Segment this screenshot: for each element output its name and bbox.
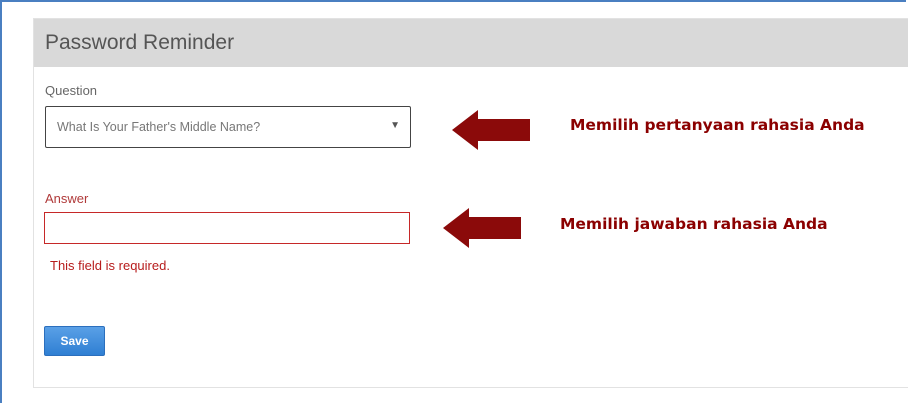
panel-header: Password Reminder — [34, 19, 908, 67]
arrow-left-icon — [443, 208, 521, 248]
password-reminder-panel: Password Reminder — [33, 18, 908, 388]
save-button[interactable]: Save — [44, 326, 105, 356]
panel-title: Password Reminder — [45, 31, 235, 54]
arrow-left-icon — [452, 110, 530, 150]
answer-error-message: This field is required. — [50, 258, 170, 273]
answer-label: Answer — [45, 191, 89, 206]
answer-input[interactable] — [44, 212, 410, 244]
question-selected-value: What Is Your Father's Middle Name? — [57, 120, 261, 134]
question-annotation: Memilih pertanyaan rahasia Anda — [570, 116, 865, 134]
chevron-down-icon: ▼ — [390, 120, 400, 131]
question-select[interactable]: What Is Your Father's Middle Name? ▼ — [45, 106, 411, 148]
question-label: Question — [45, 83, 98, 98]
answer-annotation: Memilih jawaban rahasia Anda — [560, 215, 828, 233]
